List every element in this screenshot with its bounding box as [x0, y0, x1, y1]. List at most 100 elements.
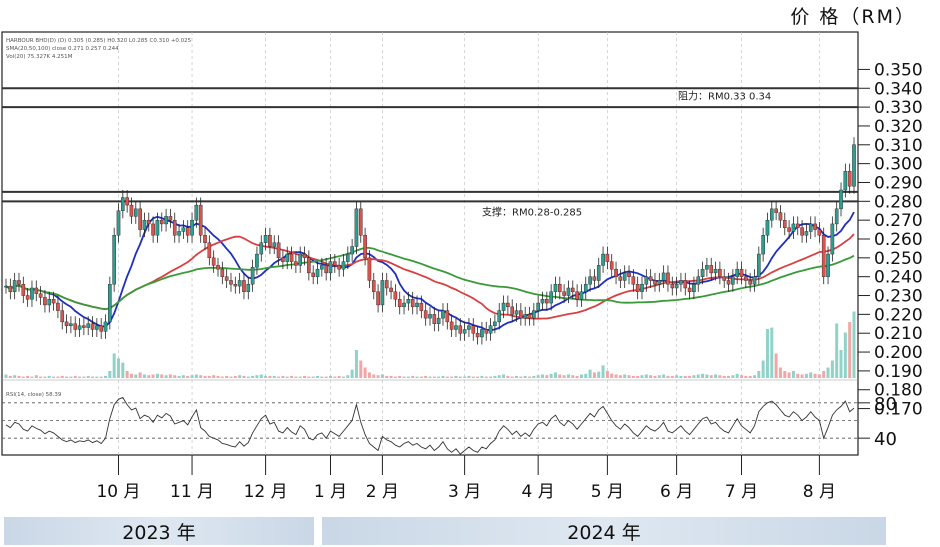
volume-bar	[129, 373, 133, 378]
candle-body	[410, 299, 415, 308]
candle-body	[363, 235, 367, 259]
volume-bar	[268, 375, 272, 378]
candle-body	[133, 208, 138, 217]
volume-bar	[852, 311, 856, 378]
volume-bar	[147, 375, 151, 378]
volume-bar	[735, 373, 739, 378]
volume-bar	[367, 372, 371, 378]
volume-bar	[791, 371, 795, 378]
volume-bar	[56, 376, 60, 378]
volume-bar	[787, 372, 791, 378]
volume-bar	[835, 323, 839, 378]
price-tick-label: 0.290	[874, 173, 923, 193]
candle-body	[493, 321, 497, 326]
volume-bar	[398, 375, 402, 378]
rsi-tick-label: 40	[874, 429, 897, 450]
candle-body	[311, 272, 315, 277]
volume-bar	[588, 369, 592, 378]
volume-bar	[610, 373, 614, 378]
volume-bar	[770, 327, 774, 378]
candle-body	[471, 325, 476, 334]
volume-bar	[95, 376, 99, 378]
volume-bar	[515, 375, 519, 378]
volume-bar	[238, 375, 242, 378]
price-tick-label: 0.340	[874, 79, 923, 99]
price-tick-label: 0.270	[874, 211, 923, 231]
candle-body	[172, 219, 177, 236]
volume-bar	[558, 374, 562, 378]
volume-bar	[346, 375, 350, 378]
candle-body	[441, 310, 445, 319]
candle-body	[709, 265, 714, 274]
volume-bar	[341, 376, 345, 378]
volume-bar	[830, 360, 834, 378]
volume-bar	[60, 375, 64, 378]
volume-bar	[181, 375, 185, 378]
candle-body	[527, 314, 532, 319]
volume-bar	[311, 376, 315, 378]
candle-body	[112, 235, 116, 285]
volume-bar	[86, 375, 90, 378]
candle-body	[830, 223, 835, 255]
candle-body	[692, 284, 696, 292]
stock-chart: 10 月 11 月 12 月 1 月 2 月 3 月 4 月 5 月 6 月 7 月 8 月 0.35…	[1, 31, 923, 502]
volume-bar	[463, 376, 467, 378]
volume-bar	[160, 374, 164, 378]
volume-bar	[709, 375, 713, 378]
volume-bar	[506, 375, 510, 378]
rsi-legend: RSI(14, close) 58.39	[6, 392, 62, 398]
legend-line: HARBOUR BHD(D) (D) 0.305 (0.285) H0.320 …	[6, 38, 192, 44]
volume-bar	[290, 375, 294, 378]
candle-body	[242, 280, 246, 292]
volume-bar	[675, 375, 679, 378]
candle-body	[90, 323, 95, 330]
volume-bar	[566, 374, 570, 378]
volume-bar	[69, 376, 73, 378]
candle-body	[82, 325, 86, 328]
volume-bar	[415, 376, 419, 378]
candle-body	[622, 272, 627, 281]
volume-bar	[804, 373, 808, 378]
candle-body	[532, 310, 536, 319]
candle-body	[523, 314, 527, 319]
candle-body	[389, 287, 393, 292]
volume-bar	[727, 375, 731, 378]
candle-body	[125, 197, 129, 206]
price-tick-label: 0.200	[874, 343, 923, 363]
volume-bar	[467, 375, 471, 378]
candle-body	[376, 291, 380, 306]
volume-bar	[740, 375, 744, 378]
volume-bar	[657, 375, 661, 378]
volume-bar	[536, 375, 540, 378]
candle-body	[211, 257, 216, 266]
volume-bar	[99, 376, 103, 378]
candle-body	[159, 219, 164, 225]
volume-bar	[91, 376, 95, 378]
volume-bar	[627, 375, 631, 378]
candle-body	[506, 302, 510, 308]
candle-body	[142, 219, 147, 230]
candle-body	[25, 295, 30, 300]
candle-body	[752, 276, 757, 285]
volume-bar	[688, 375, 692, 378]
volume-bar	[765, 329, 769, 378]
candle-body	[64, 321, 69, 326]
volume-bar	[484, 376, 488, 378]
candle-body	[436, 317, 441, 324]
candle-body	[432, 314, 437, 324]
candle-body	[519, 310, 523, 319]
candle-body	[220, 268, 225, 277]
candle-body	[77, 325, 82, 330]
resistance-label: 阻力：RM0.33 0.34	[678, 89, 771, 102]
candle-body	[60, 310, 65, 323]
year-band-2023: 2023 年	[4, 517, 314, 545]
candle-body	[545, 299, 549, 304]
month-label: 11 月	[170, 482, 214, 502]
volume-bar	[17, 375, 21, 378]
candle-body	[653, 280, 657, 285]
candle-body	[847, 170, 852, 187]
volume-bar	[428, 376, 432, 378]
volume-bar	[562, 375, 566, 378]
volume-bar	[376, 375, 380, 378]
candle-body	[146, 219, 151, 225]
